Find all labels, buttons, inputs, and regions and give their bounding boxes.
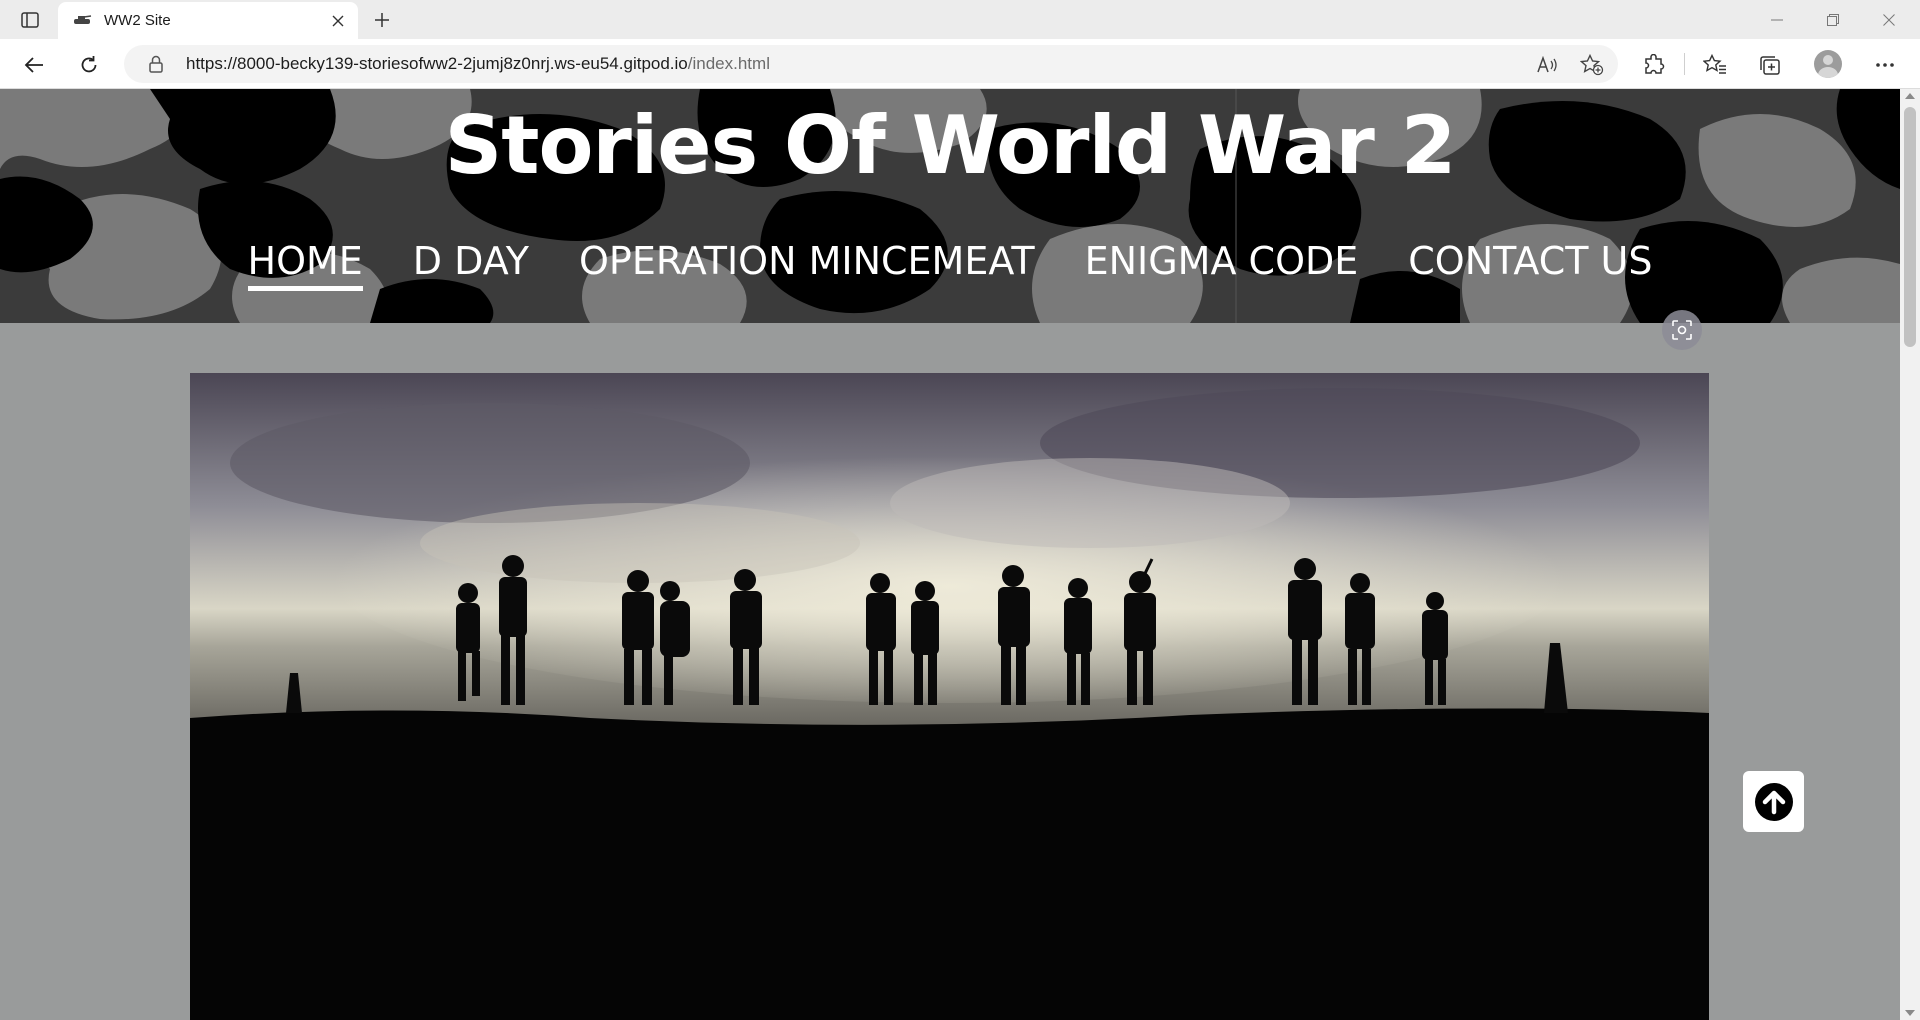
restore-icon[interactable]	[1810, 6, 1856, 34]
tab-strip: WW2 Site	[0, 0, 1920, 39]
hero-image	[190, 373, 1709, 1020]
scrollbar-thumb[interactable]	[1904, 107, 1916, 347]
close-window-icon[interactable]	[1866, 6, 1912, 34]
nav-operation-mincemeat[interactable]: OPERATION MINCEMEAT	[579, 239, 1035, 289]
nav-home[interactable]: HOME	[247, 239, 364, 291]
scroll-down-arrow-icon[interactable]	[1905, 1010, 1915, 1016]
nav-contact-us[interactable]: CONTACT US	[1408, 239, 1652, 289]
profile-avatar[interactable]	[1814, 50, 1842, 78]
tab-title: WW2 Site	[104, 12, 171, 29]
visual-search-icon[interactable]	[1662, 310, 1702, 350]
more-icon[interactable]	[1870, 50, 1900, 80]
page-scrollbar[interactable]	[1900, 89, 1920, 1020]
browser-tab[interactable]: WW2 Site	[58, 2, 358, 39]
site-title: Stories Of World War 2	[444, 99, 1457, 192]
arrow-up-circle-icon	[1754, 782, 1793, 821]
site-header: Stories Of World War 2 HOME D DAY OPERAT…	[0, 89, 1900, 323]
tab-actions-icon[interactable]	[18, 9, 42, 31]
tank-icon	[72, 12, 92, 28]
read-aloud-icon[interactable]	[1534, 52, 1560, 78]
scroll-up-arrow-icon[interactable]	[1905, 93, 1915, 99]
back-arrow-icon[interactable]	[19, 50, 49, 80]
close-icon[interactable]	[328, 11, 348, 31]
page-viewport: Stories Of World War 2 HOME D DAY OPERAT…	[0, 89, 1900, 1020]
toolbar-divider	[1684, 53, 1685, 75]
lock-icon[interactable]	[148, 55, 166, 73]
favorites-icon[interactable]	[1700, 50, 1730, 80]
main-nav: HOME D DAY OPERATION MINCEMEAT ENIGMA CO…	[0, 239, 1900, 291]
soldiers-silhouette-image	[190, 373, 1709, 1020]
minimize-icon[interactable]	[1754, 6, 1800, 34]
extensions-icon[interactable]	[1639, 50, 1669, 80]
collections-icon[interactable]	[1755, 50, 1785, 80]
add-favorite-icon[interactable]	[1579, 52, 1605, 78]
plus-icon[interactable]	[370, 8, 394, 32]
refresh-icon[interactable]	[74, 50, 104, 80]
nav-d-day[interactable]: D DAY	[413, 239, 529, 289]
nav-enigma-code[interactable]: ENIGMA CODE	[1085, 239, 1359, 289]
browser-toolbar: https://8000-becky139-storiesofww2-2jumj…	[0, 39, 1920, 89]
address-bar[interactable]: https://8000-becky139-storiesofww2-2jumj…	[124, 45, 1618, 83]
url-path: /index.html	[687, 54, 770, 73]
url-text: https://8000-becky139-storiesofww2-2jumj…	[186, 54, 770, 74]
url-host: https://8000-becky139-storiesofww2-2jumj…	[186, 54, 688, 73]
scroll-to-top-button[interactable]	[1743, 771, 1804, 832]
